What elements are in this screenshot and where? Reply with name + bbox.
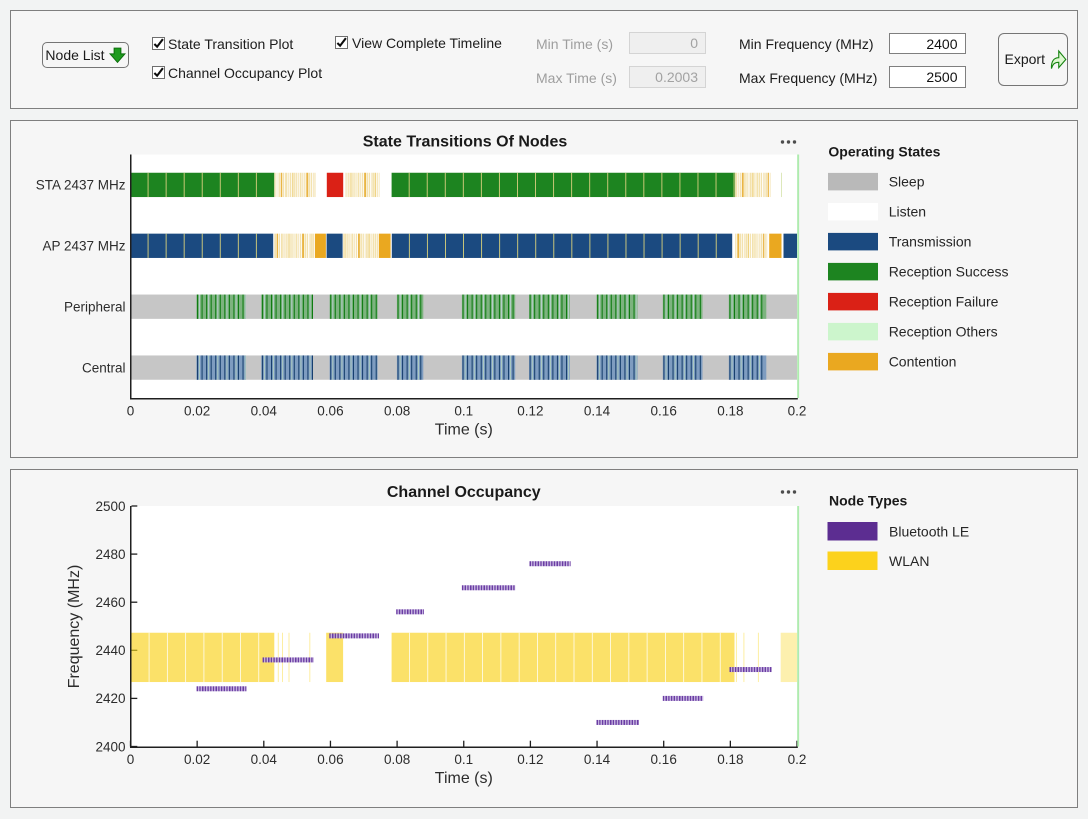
svg-text:0.02: 0.02 (184, 752, 210, 767)
svg-text:STA 2437 MHz: STA 2437 MHz (36, 178, 126, 193)
svg-text:0.1: 0.1 (454, 404, 473, 419)
svg-text:0.04: 0.04 (251, 752, 278, 767)
svg-text:Reception Others: Reception Others (889, 323, 998, 339)
svg-text:Transmission: Transmission (889, 233, 972, 249)
svg-text:0.08: 0.08 (384, 404, 410, 419)
svg-text:Listen: Listen (889, 203, 926, 219)
svg-text:0.1: 0.1 (454, 752, 473, 767)
svg-text:0.12: 0.12 (517, 752, 543, 767)
svg-text:2480: 2480 (95, 547, 125, 562)
svg-text:0.16: 0.16 (651, 752, 677, 767)
svg-text:2500: 2500 (95, 499, 125, 514)
svg-text:0.16: 0.16 (651, 404, 677, 419)
svg-text:State Transitions Of Nodes: State Transitions Of Nodes (363, 134, 568, 151)
svg-text:Contention: Contention (889, 353, 957, 369)
svg-text:Channel Occupancy: Channel Occupancy (387, 484, 541, 501)
svg-text:0.2: 0.2 (788, 404, 807, 419)
svg-text:Central: Central (82, 360, 126, 375)
svg-text:0.02: 0.02 (184, 404, 210, 419)
svg-text:2420: 2420 (95, 691, 125, 706)
svg-text:0.12: 0.12 (517, 404, 543, 419)
svg-text:WLAN: WLAN (889, 553, 929, 569)
svg-text:0.06: 0.06 (317, 752, 343, 767)
svg-text:2460: 2460 (95, 595, 125, 610)
svg-text:Frequency (MHz): Frequency (MHz) (66, 565, 83, 689)
svg-text:0.18: 0.18 (717, 752, 743, 767)
svg-text:0.18: 0.18 (717, 404, 743, 419)
svg-text:AP 2437 MHz: AP 2437 MHz (42, 239, 125, 254)
svg-text:0: 0 (127, 404, 135, 419)
svg-text:Bluetooth LE: Bluetooth LE (889, 524, 969, 540)
svg-text:0.08: 0.08 (384, 752, 410, 767)
svg-text:0: 0 (127, 752, 135, 767)
svg-text:Reception Success: Reception Success (889, 263, 1009, 279)
svg-text:Time (s): Time (s) (435, 770, 493, 787)
svg-text:0.14: 0.14 (584, 752, 611, 767)
svg-text:Node Types: Node Types (829, 492, 908, 508)
svg-text:Sleep: Sleep (889, 173, 925, 189)
svg-text:0.04: 0.04 (251, 404, 278, 419)
svg-text:Time (s): Time (s) (435, 422, 493, 439)
svg-text:2440: 2440 (95, 643, 125, 658)
svg-text:Peripheral: Peripheral (64, 300, 126, 315)
svg-text:2400: 2400 (95, 739, 125, 754)
svg-text:Operating States: Operating States (828, 144, 940, 160)
svg-text:0.2: 0.2 (788, 752, 807, 767)
svg-text:Reception Failure: Reception Failure (889, 293, 999, 309)
svg-text:0.06: 0.06 (317, 404, 343, 419)
svg-text:0.14: 0.14 (584, 404, 611, 419)
